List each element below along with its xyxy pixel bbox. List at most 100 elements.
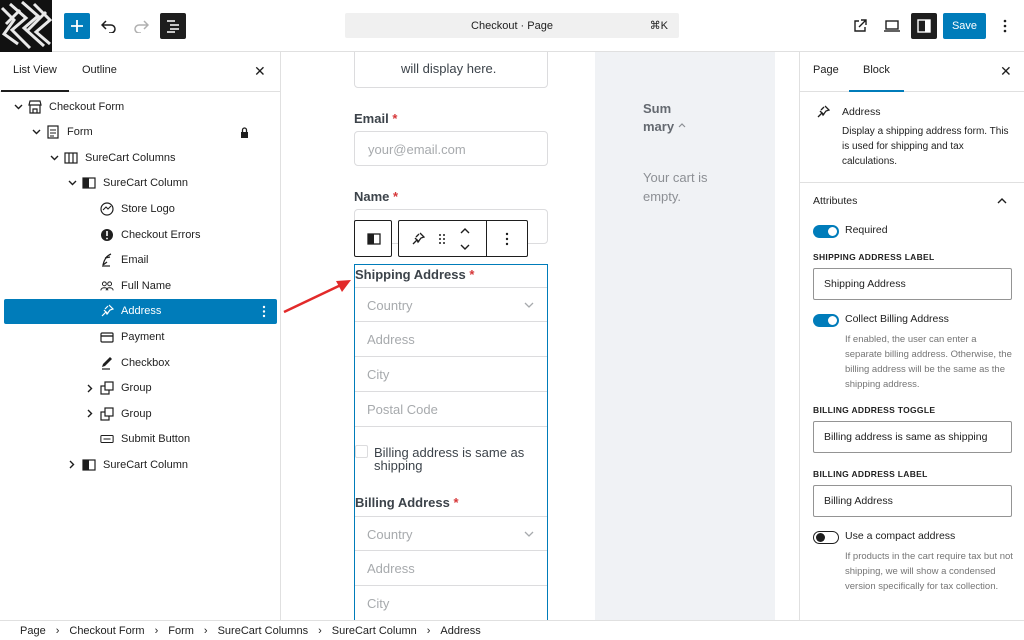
tree-item-group[interactable]: Group bbox=[4, 401, 277, 426]
shipping-city-input[interactable]: City bbox=[355, 357, 547, 392]
breadcrumb-separator: › bbox=[55, 624, 60, 637]
shipping-address-input[interactable]: Address bbox=[355, 322, 547, 357]
email-label: Email * bbox=[354, 111, 398, 126]
name-label: Name * bbox=[354, 189, 399, 204]
address-block[interactable]: Shipping Address * Country Address City … bbox=[354, 264, 548, 620]
shipping-label-input[interactable]: Shipping Address bbox=[813, 268, 1012, 300]
tree-item-payment[interactable]: Payment bbox=[4, 324, 277, 349]
billing-country-select[interactable]: Country bbox=[355, 516, 547, 551]
chevron-down-icon[interactable] bbox=[30, 126, 42, 138]
tree-item-label: Group bbox=[121, 407, 152, 420]
billing-address-input[interactable]: Address bbox=[355, 551, 547, 586]
column-icon bbox=[82, 458, 96, 472]
document-overview-button[interactable] bbox=[160, 13, 186, 39]
tab-page[interactable]: Page bbox=[813, 64, 839, 76]
editor-canvas: will display here. Email * your@email.co… bbox=[281, 52, 799, 620]
tree-item-label: Checkout Errors bbox=[121, 228, 201, 241]
pin-icon[interactable] bbox=[411, 232, 426, 249]
billing-city-input[interactable]: City bbox=[355, 586, 547, 620]
chevron-right-icon[interactable] bbox=[66, 459, 78, 471]
billing-toggle-input[interactable]: Billing address is same as shipping bbox=[813, 421, 1012, 453]
tab-list-view[interactable]: List View bbox=[1, 64, 69, 92]
save-button[interactable]: Save bbox=[943, 13, 986, 39]
chevron-down-icon[interactable] bbox=[48, 152, 60, 164]
compact-address-label: Use a compact address bbox=[845, 530, 956, 542]
site-logo[interactable] bbox=[0, 0, 52, 52]
same-as-shipping-checkbox[interactable] bbox=[355, 445, 368, 458]
tree-item-label: Checkbox bbox=[121, 356, 170, 369]
tree-item-checkout-form[interactable]: Checkout Form bbox=[4, 94, 277, 119]
tree-item-checkbox[interactable]: Checkbox bbox=[4, 350, 277, 375]
tree-item-address[interactable]: Address bbox=[4, 298, 277, 324]
tree-item-label: Submit Button bbox=[121, 433, 191, 446]
shipping-address-label: Shipping Address * bbox=[355, 267, 475, 282]
chevron-up-icon[interactable] bbox=[997, 198, 1007, 204]
redo-button[interactable] bbox=[128, 13, 154, 39]
breadcrumb-item[interactable]: Checkout Form bbox=[69, 625, 144, 637]
tree-item-label: SureCart Columns bbox=[85, 151, 176, 164]
shipping-country-select[interactable]: Country bbox=[355, 287, 547, 322]
tab-block[interactable]: Block bbox=[849, 64, 904, 92]
compact-address-toggle[interactable] bbox=[813, 531, 839, 544]
chevron-up-icon[interactable] bbox=[678, 123, 686, 128]
collect-billing-label: Collect Billing Address bbox=[845, 313, 949, 325]
more-vertical-icon[interactable] bbox=[262, 305, 266, 321]
block-title: Address bbox=[842, 106, 881, 118]
undo-button[interactable] bbox=[96, 13, 122, 39]
required-toggle[interactable] bbox=[813, 225, 839, 238]
drag-handle-icon[interactable] bbox=[438, 232, 446, 249]
chevron-right-icon[interactable] bbox=[84, 382, 96, 394]
tree-item-group[interactable]: Group bbox=[4, 376, 277, 401]
column-icon bbox=[82, 176, 96, 190]
form-icon bbox=[46, 125, 60, 139]
tree-item-submit-button[interactable]: Submit Button bbox=[4, 427, 277, 452]
chevron-right-icon[interactable] bbox=[84, 408, 96, 420]
breadcrumb-item[interactable]: Address bbox=[440, 625, 480, 637]
block-description: Display a shipping address form. This is… bbox=[842, 126, 1009, 167]
shipping-postal-input[interactable]: Postal Code bbox=[355, 392, 547, 427]
breadcrumb-item[interactable]: Form bbox=[168, 625, 194, 637]
country-placeholder: Country bbox=[367, 298, 413, 313]
tree-item-checkout-errors[interactable]: Checkout Errors bbox=[4, 222, 277, 247]
command-palette[interactable]: Checkout · Page ⌘K bbox=[345, 13, 679, 38]
block-parent-button[interactable] bbox=[354, 220, 392, 257]
billing-address-label: Billing Address * bbox=[355, 495, 459, 510]
email-input[interactable]: your@email.com bbox=[354, 131, 548, 166]
close-list-view-button[interactable]: ✕ bbox=[254, 63, 266, 80]
chevron-down-icon[interactable] bbox=[66, 177, 78, 189]
block-options-icon[interactable] bbox=[505, 232, 509, 249]
breadcrumb-item[interactable]: SureCart Column bbox=[332, 625, 417, 637]
tab-outline[interactable]: Outline bbox=[82, 64, 117, 76]
billing-label-input[interactable]: Billing Address bbox=[813, 485, 1012, 517]
close-settings-button[interactable]: ✕ bbox=[1000, 63, 1012, 80]
move-down-icon[interactable] bbox=[460, 242, 470, 254]
breadcrumb: Page › Checkout Form › Form › SureCart Columns… bbox=[0, 620, 1024, 640]
toolbar-divider bbox=[486, 221, 487, 256]
tree-item-surecart-column[interactable]: SureCart Column bbox=[4, 171, 277, 196]
list-view-panel: List View Outline ✕ Checkout Form Form Sur… bbox=[0, 52, 281, 620]
tree-item-surecart-columns[interactable]: SureCart Columns bbox=[4, 145, 277, 170]
external-link-icon bbox=[854, 19, 867, 32]
address-placeholder: Address bbox=[367, 561, 415, 576]
tree-item-form[interactable]: Form bbox=[4, 120, 277, 145]
add-block-button[interactable] bbox=[64, 13, 90, 39]
options-menu-button[interactable] bbox=[992, 13, 1018, 39]
move-up-icon[interactable] bbox=[460, 226, 470, 238]
breadcrumb-item[interactable]: SureCart Columns bbox=[218, 625, 308, 637]
collect-billing-toggle[interactable] bbox=[813, 314, 839, 327]
summary-column[interactable]: Summary Your cart is empty. bbox=[595, 52, 775, 620]
breadcrumb-item[interactable]: Page bbox=[20, 625, 46, 637]
settings-toggle-button[interactable] bbox=[911, 13, 937, 39]
tree-item-surecart-column[interactable]: SureCart Column bbox=[4, 452, 277, 477]
preview-device-button[interactable] bbox=[879, 13, 905, 39]
tree-item-store-logo[interactable]: Store Logo bbox=[4, 196, 277, 221]
sidebar-icon bbox=[917, 19, 931, 33]
view-page-button[interactable] bbox=[847, 13, 873, 39]
chevron-down-icon[interactable] bbox=[12, 101, 24, 113]
tree-item-full-name[interactable]: Full Name bbox=[4, 273, 277, 298]
block-toolbar bbox=[398, 220, 528, 257]
more-vertical-icon bbox=[1003, 19, 1007, 33]
store-logo-placeholder[interactable]: will display here. bbox=[354, 52, 548, 88]
attributes-panel-title[interactable]: Attributes bbox=[813, 194, 857, 209]
tree-item-email[interactable]: Email bbox=[4, 248, 277, 273]
